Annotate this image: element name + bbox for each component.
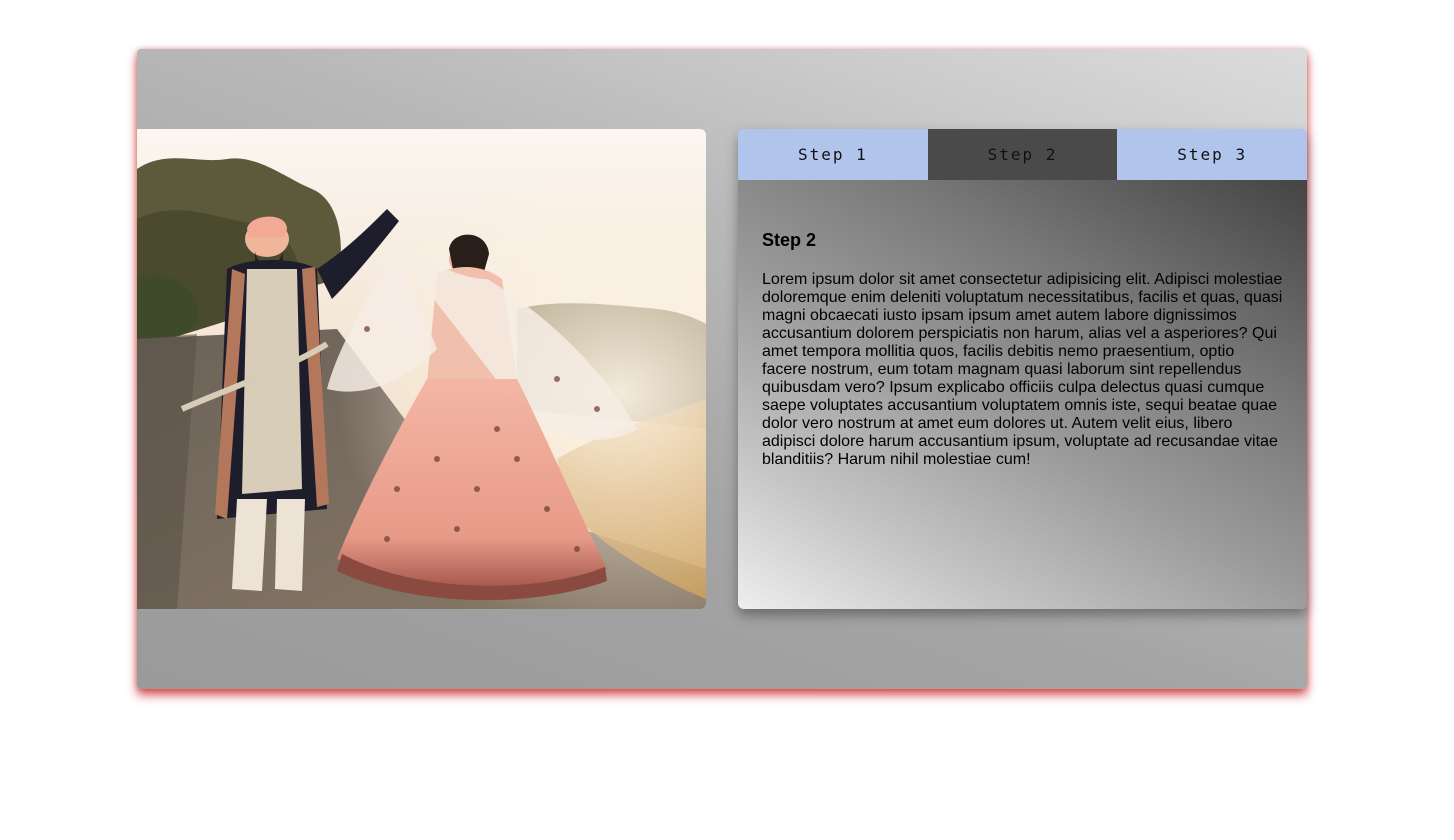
content-body: Lorem ipsum dolor sit amet consectetur a… <box>762 271 1283 468</box>
wedding-couple-photo <box>137 129 706 609</box>
tab-step-3[interactable]: Step 3 <box>1117 129 1307 180</box>
content-heading: Step 2 <box>762 230 817 250</box>
steps-tab-panel: Step 1 Step 2 Step 3 Step 2 Lorem ipsum … <box>738 129 1307 609</box>
tab-step-1[interactable]: Step 1 <box>738 129 928 180</box>
tab-step-2[interactable]: Step 2 <box>927 129 1118 180</box>
card-container: Step 1 Step 2 Step 3 Step 2 Lorem ipsum … <box>137 49 1307 689</box>
tab-content: Step 2 Lorem ipsum dolor sit amet consec… <box>738 180 1307 609</box>
tab-bar: Step 1 Step 2 Step 3 <box>738 129 1307 180</box>
